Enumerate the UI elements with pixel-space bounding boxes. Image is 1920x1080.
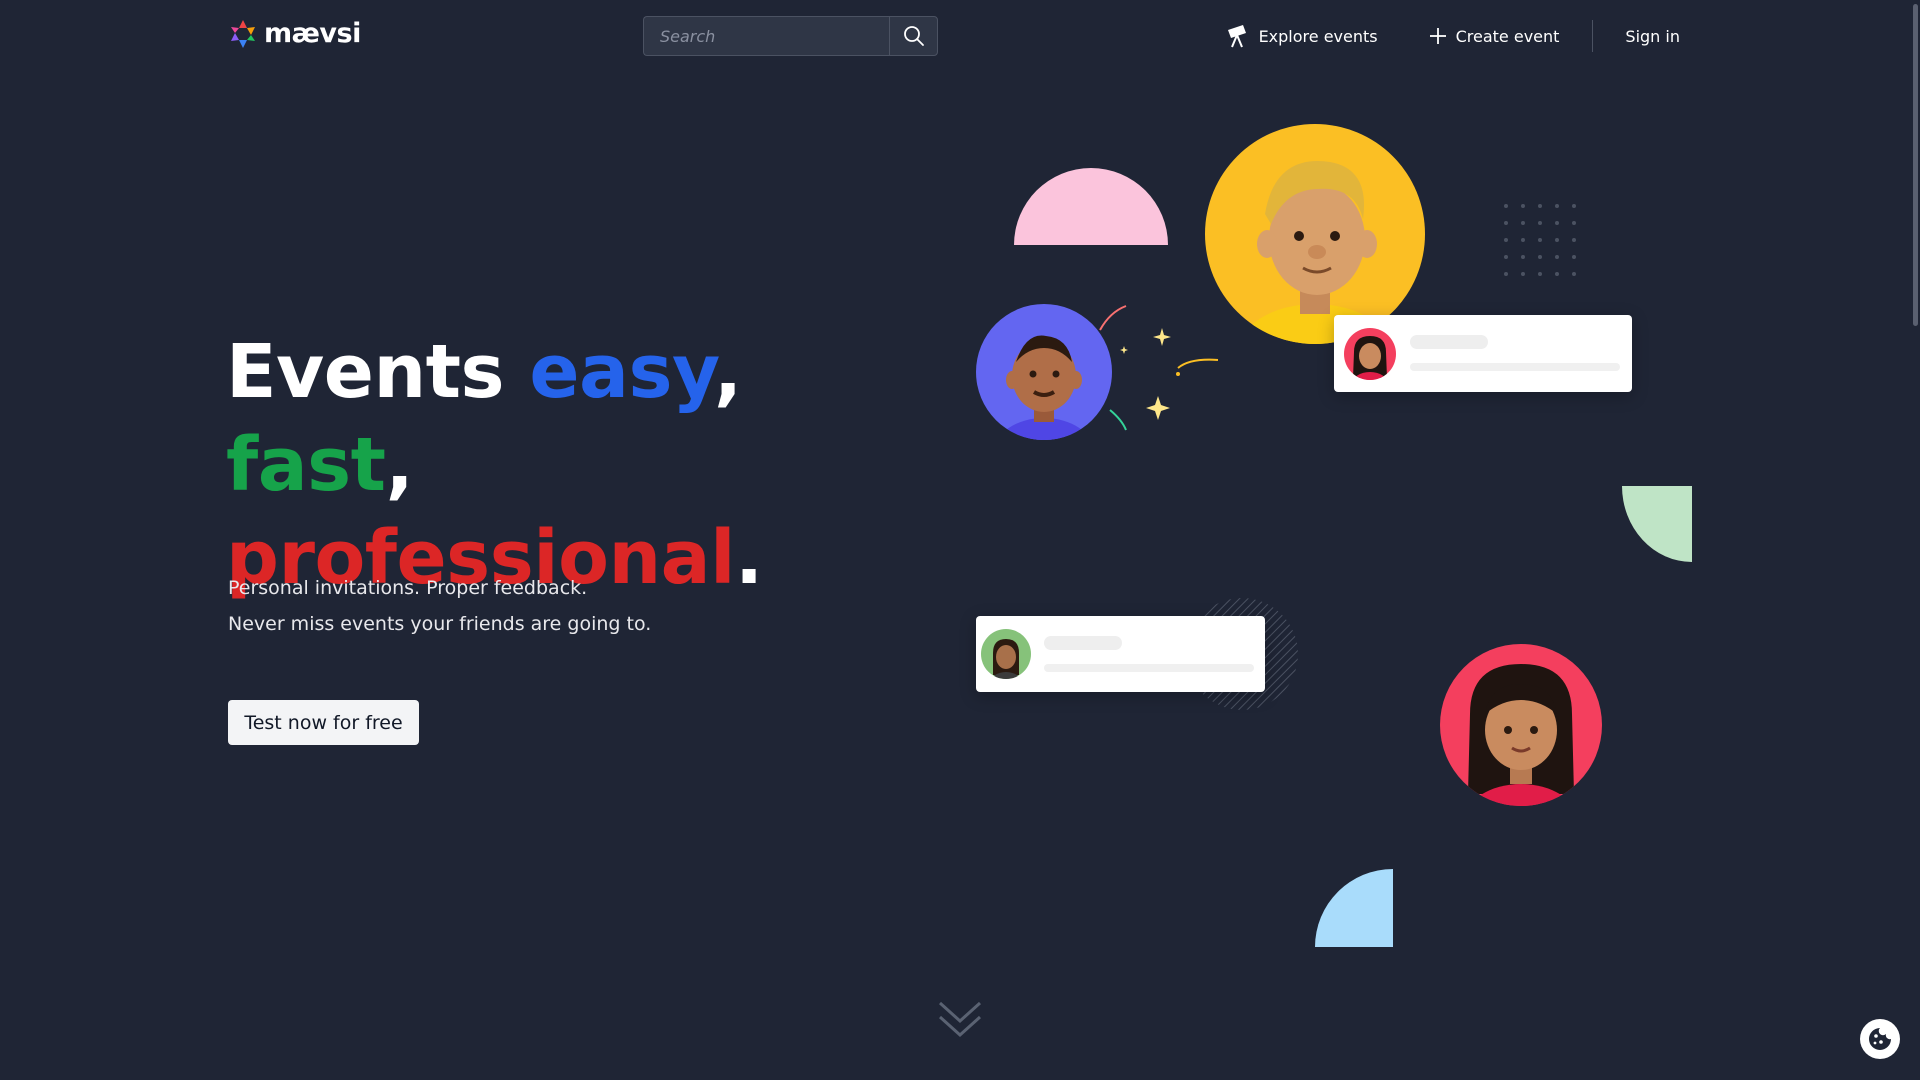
headline-comma-2: , bbox=[385, 422, 414, 508]
landing-page: mævsi Explore events Create event bbox=[0, 0, 1920, 1080]
blue-quarter-circle-shape bbox=[1315, 869, 1393, 947]
person-illustration-icon bbox=[1353, 335, 1387, 380]
nav-divider bbox=[1592, 20, 1594, 52]
double-chevron-down-icon[interactable] bbox=[937, 997, 983, 1043]
page-scrollbar[interactable] bbox=[1913, 4, 1918, 326]
telescope-icon bbox=[1227, 25, 1246, 48]
plus-icon bbox=[1429, 28, 1446, 44]
avatar-purple bbox=[976, 304, 1112, 440]
explore-events-link[interactable]: Explore events bbox=[1225, 23, 1378, 49]
hero-headline: Events easy, fast, professional. bbox=[226, 326, 926, 605]
dot-grid-decoration bbox=[1504, 204, 1576, 276]
cookie-settings-button[interactable] bbox=[1860, 1019, 1900, 1059]
pink-half-circle-shape bbox=[1014, 168, 1168, 245]
sign-in-label: Sign in bbox=[1625, 26, 1680, 46]
search-button[interactable] bbox=[889, 16, 938, 56]
maevsi-star-logo-icon bbox=[231, 19, 255, 48]
person-illustration-icon bbox=[1468, 664, 1574, 806]
card-placeholder-text bbox=[1044, 664, 1254, 672]
brand-name: mævsi bbox=[264, 18, 361, 49]
hero-subtext-line-1: Personal invitations. Proper feedback. bbox=[228, 577, 588, 599]
explore-events-label: Explore events bbox=[1258, 26, 1378, 46]
brand-logo[interactable]: mævsi bbox=[228, 18, 361, 49]
create-event-link[interactable]: Create event bbox=[1428, 26, 1560, 46]
search-input[interactable] bbox=[643, 16, 889, 56]
headline-comma-1: , bbox=[714, 329, 742, 415]
avatar-yellow bbox=[1205, 124, 1425, 344]
test-for-free-button[interactable]: Test now for free bbox=[228, 700, 419, 745]
hero-subtext-line-2: Never miss events your friends are going… bbox=[228, 613, 652, 635]
search-icon bbox=[903, 26, 924, 46]
headline-period: . bbox=[734, 515, 763, 601]
feedback-card-top bbox=[1334, 315, 1632, 392]
person-illustration-icon bbox=[997, 335, 1091, 440]
search-bar bbox=[643, 16, 938, 56]
sign-in-link[interactable]: Sign in bbox=[1625, 27, 1680, 46]
card-placeholder-title bbox=[1044, 636, 1122, 650]
green-quarter-circle-shape bbox=[1622, 486, 1692, 562]
card-avatar bbox=[1344, 327, 1396, 380]
hero-subtext: Personal invitations. Proper feedback. N… bbox=[228, 570, 651, 642]
card-placeholder-text bbox=[1410, 363, 1620, 371]
card-avatar bbox=[981, 629, 1031, 679]
cookie-icon bbox=[1869, 1028, 1891, 1050]
create-event-label: Create event bbox=[1455, 26, 1560, 46]
card-placeholder-title bbox=[1410, 335, 1488, 349]
headline-word-events: Events bbox=[226, 329, 505, 415]
main-nav: Explore events Create event Sign in bbox=[1225, 20, 1680, 52]
headline-word-fast: fast bbox=[226, 422, 386, 508]
person-illustration-icon bbox=[991, 639, 1021, 679]
avatar-red bbox=[1440, 644, 1602, 806]
headline-word-easy: easy bbox=[529, 329, 715, 415]
person-illustration-icon bbox=[1238, 161, 1392, 344]
feedback-card-bottom bbox=[976, 616, 1265, 692]
